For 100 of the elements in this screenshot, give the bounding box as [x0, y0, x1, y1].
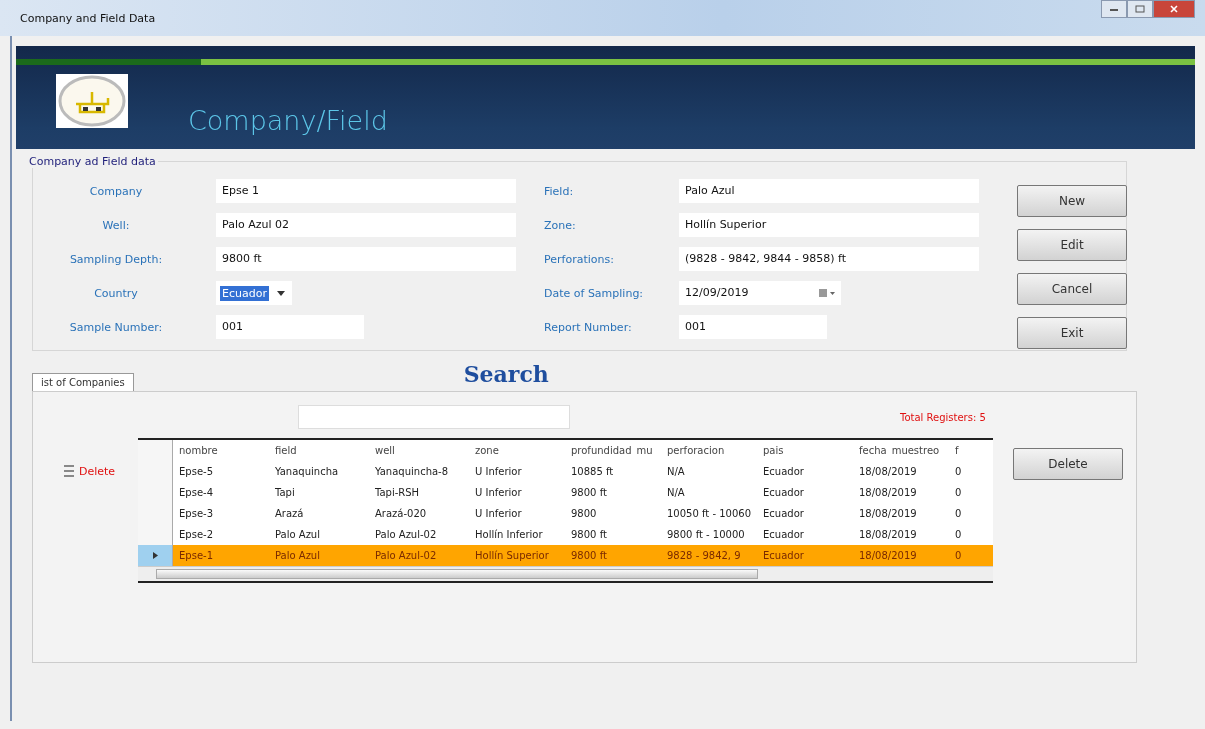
- column-header[interactable]: pais: [757, 445, 853, 456]
- close-button[interactable]: [1153, 0, 1195, 18]
- table-cell-text: Ecuador: [762, 550, 805, 561]
- table-cell-text: 9800: [570, 508, 598, 519]
- table-cell-text: Epse-2: [178, 529, 214, 540]
- field-label: Sample Number:: [68, 320, 164, 334]
- field-label: Country: [93, 286, 139, 300]
- table-cell-text: 0: [954, 487, 963, 498]
- table-cell-text: 9800 ft - 10000: [666, 529, 746, 540]
- search-title: Search: [463, 361, 549, 387]
- table-cell-text: Palo Azul: [274, 550, 321, 561]
- table-cell-text: Yanaquincha-8: [374, 466, 450, 477]
- table-cell-text: 10050 ft - 10060: [666, 508, 753, 519]
- table-row[interactable]: Epse-2 Palo Azul Palo Azul-02 Hollín Inferior 9800 ft 9800 ft - 10000 Ecuador 18/08/2019 0: [138, 524, 993, 545]
- table-cell-text: Arazá-020: [374, 508, 428, 519]
- text-field[interactable]: 001: [679, 315, 827, 339]
- row-header[interactable]: [138, 545, 173, 566]
- text-field[interactable]: 001: [216, 315, 364, 339]
- delete-link[interactable]: Delete: [63, 464, 133, 478]
- column-header[interactable]: perforacion: [661, 445, 757, 456]
- table-cell-text: 9828 - 9842, 9: [666, 550, 742, 561]
- field-label: Company: [88, 184, 144, 198]
- table-cell-text: 18/08/2019: [858, 508, 918, 519]
- table-cell-text: Tapi: [274, 487, 296, 498]
- search-field[interactable]: [298, 405, 570, 429]
- table-cell-text: Epse-1: [178, 550, 214, 561]
- text-field[interactable]: Epse 1: [216, 179, 516, 203]
- table-cell-text: Ecuador: [762, 466, 805, 477]
- table-cell-text: Arazá: [274, 508, 305, 519]
- text-field[interactable]: Palo Azul: [679, 179, 979, 203]
- field-label: Sampling Depth:: [68, 252, 164, 266]
- calendar-icon: [819, 288, 835, 298]
- table-cell-text: 0: [954, 508, 963, 519]
- table-cell-text: Palo Azul-02: [374, 529, 438, 540]
- field-label: Well:: [101, 218, 131, 232]
- column-header[interactable]: field: [269, 445, 369, 456]
- table-cell-text: Ecuador: [762, 508, 805, 519]
- text-field[interactable]: Hollín Superior: [679, 213, 979, 237]
- date-picker[interactable]: 12/09/2019: [679, 281, 841, 305]
- table-cell-text: Epse-4: [178, 487, 214, 498]
- table-cell-text: Tapi-RSH: [374, 487, 421, 498]
- tab[interactable]: ist of Companies: [32, 373, 134, 391]
- table-cell-text: Palo Azul-02: [374, 550, 438, 561]
- group-title: Company ad Field data: [28, 155, 157, 168]
- table-row[interactable]: Epse-1 Palo Azul Palo Azul-02 Hollín Superior 9800 ft 9828 - 9842, 9 Ecuador 18/08/2019 0: [138, 545, 993, 566]
- window-title: Company and Field Data: [20, 11, 156, 25]
- table-row[interactable]: Epse-5 Yanaquincha Yanaquincha-8 U Inferior 10885 ft N/A Ecuador 18/08/2019 0: [138, 461, 993, 482]
- minimize-button[interactable]: [1101, 0, 1127, 18]
- table-cell-text: 0: [954, 550, 963, 561]
- table-row[interactable]: Epse-4 Tapi Tapi-RSH U Inferior 9800 ft N/A Ecuador 18/08/2019 0: [138, 482, 993, 503]
- field-label: Zone:: [544, 218, 577, 232]
- delete-button[interactable]: Delete: [1013, 448, 1123, 480]
- table-cell-text: N/A: [666, 487, 686, 498]
- table-cell-text: 18/08/2019: [858, 466, 918, 477]
- table-cell-text: 9800 ft: [570, 529, 608, 540]
- minimize-icon: [1109, 6, 1119, 12]
- column-header[interactable]: profundidad_mu: [565, 445, 661, 456]
- maximize-icon: [1135, 5, 1145, 13]
- table-cell-text: 10885 ft: [570, 466, 615, 477]
- column-header[interactable]: f: [949, 445, 969, 456]
- text-field[interactable]: (9828 - 9842, 9844 - 9858) ft: [679, 247, 979, 271]
- list-icon: [63, 464, 75, 478]
- table-cell-text: U Inferior: [474, 487, 523, 498]
- table-cell-text: 0: [954, 529, 963, 540]
- form-button[interactable]: Edit: [1017, 229, 1127, 261]
- table-cell-text: 18/08/2019: [858, 550, 918, 561]
- field-label: Date of Sampling:: [544, 286, 645, 300]
- field-label: Report Number:: [544, 320, 633, 334]
- form-button[interactable]: New: [1017, 185, 1127, 217]
- table-cell-text: Epse-5: [178, 466, 214, 477]
- text-field[interactable]: 9800 ft: [216, 247, 516, 271]
- table-cell-text: U Inferior: [474, 466, 523, 477]
- row-pointer-icon: [152, 552, 158, 559]
- form-button[interactable]: Cancel: [1017, 273, 1127, 305]
- header-title: Company/Field: [188, 105, 388, 136]
- country-dropdown[interactable]: Ecuador: [216, 281, 292, 305]
- close-icon: [1169, 5, 1179, 13]
- column-header[interactable]: nombre: [173, 445, 269, 456]
- table-cell-text: Ecuador: [762, 529, 805, 540]
- table-cell-text: 18/08/2019: [858, 529, 918, 540]
- table-cell-text: N/A: [666, 466, 686, 477]
- column-header[interactable]: fecha_muestreo: [853, 445, 949, 456]
- column-header[interactable]: zone: [469, 445, 565, 456]
- logo-icon: [56, 74, 128, 128]
- text-field[interactable]: Palo Azul 02: [216, 213, 516, 237]
- field-label: Field:: [544, 184, 575, 198]
- table-cell-text: 9800 ft: [570, 487, 608, 498]
- table-cell-text: Epse-3: [178, 508, 214, 519]
- field-label: Perforations:: [544, 252, 615, 266]
- form-button[interactable]: Exit: [1017, 317, 1127, 349]
- table-cell-text: 9800 ft: [570, 550, 608, 561]
- table-cell-text: Ecuador: [762, 487, 805, 498]
- table-cell-text: 0: [954, 466, 963, 477]
- table-cell-text: Palo Azul: [274, 529, 321, 540]
- column-header[interactable]: well: [369, 445, 469, 456]
- horizontal-scrollbar[interactable]: [138, 566, 993, 581]
- table-cell-text: U Inferior: [474, 508, 523, 519]
- caret-icon: [276, 290, 285, 296]
- table-cell-text: 18/08/2019: [858, 487, 918, 498]
- table-row[interactable]: Epse-3 Arazá Arazá-020 U Inferior 9800 10050 ft - 10060 Ecuador 18/08/2019 0: [138, 503, 993, 524]
